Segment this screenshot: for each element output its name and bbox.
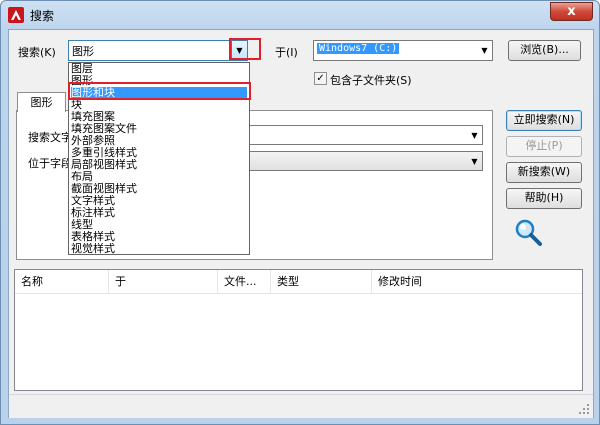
- window-title: 搜索: [30, 9, 55, 23]
- dropdown-item-visual-style[interactable]: 视觉样式: [71, 243, 247, 255]
- located-in-label: 位于字段: [28, 157, 72, 170]
- tab-drawing[interactable]: 图形: [17, 92, 66, 112]
- dropdown-item-dim-style[interactable]: 标注样式: [71, 207, 247, 219]
- dropdown-item-section-view-style[interactable]: 截面视图样式: [71, 183, 247, 195]
- title-bar[interactable]: 搜索 x: [1, 1, 599, 29]
- chevron-down-icon[interactable]: ▼: [477, 41, 492, 60]
- column-header-in[interactable]: 于: [109, 270, 218, 293]
- search-text-label: 搜索文字: [28, 131, 72, 144]
- dropdown-item-mleader-style[interactable]: 多重引线样式: [71, 147, 247, 159]
- search-type-value: 图形: [72, 45, 94, 58]
- search-now-button[interactable]: 立即搜索(N): [506, 110, 582, 131]
- browse-button[interactable]: 浏览(B)...: [508, 40, 581, 61]
- results-header: 名称 于 文件... 类型 修改时间: [15, 270, 582, 294]
- dropdown-item-text-style[interactable]: 文字样式: [71, 195, 247, 207]
- close-button[interactable]: x: [550, 2, 593, 21]
- dropdown-item-xref[interactable]: 外部参照: [71, 135, 247, 147]
- dropdown-item-linetype[interactable]: 线型: [71, 219, 247, 231]
- in-label: 于(I): [275, 46, 298, 59]
- chevron-down-icon[interactable]: ▼: [467, 126, 482, 144]
- location-combo[interactable]: Windows7 (C:) ▼: [313, 40, 493, 61]
- include-subfolders-checkbox[interactable]: ✓: [314, 72, 327, 85]
- magnifier-icon: [515, 219, 542, 246]
- resize-grip-icon[interactable]: [579, 404, 590, 415]
- dropdown-item-layer[interactable]: 图层: [71, 63, 247, 75]
- status-bar: [9, 394, 593, 418]
- search-type-combo[interactable]: 图形 ▼: [68, 40, 248, 61]
- dropdown-item-detail-view-style[interactable]: 局部视图样式: [71, 159, 247, 171]
- column-header-size[interactable]: 文件...: [218, 270, 271, 293]
- help-button[interactable]: 帮助(H): [506, 188, 582, 209]
- location-value: Windows7 (C:): [317, 43, 400, 54]
- dropdown-item-hatch-pattern-file[interactable]: 填充图案文件: [71, 123, 247, 135]
- column-header-modified[interactable]: 修改时间: [372, 270, 582, 293]
- column-header-type[interactable]: 类型: [271, 270, 372, 293]
- results-list[interactable]: 名称 于 文件... 类型 修改时间: [14, 269, 583, 391]
- dropdown-item-hatch-pattern[interactable]: 填充图案: [71, 111, 247, 123]
- include-subfolders-label: 包含子文件夹(S): [330, 74, 412, 87]
- highlight-box-combo-arrow: [229, 38, 261, 60]
- autocad-logo-icon: [8, 7, 24, 23]
- dropdown-item-table-style[interactable]: 表格样式: [71, 231, 247, 243]
- stop-button[interactable]: 停止(P): [506, 136, 582, 157]
- new-search-button[interactable]: 新搜索(W): [506, 162, 582, 183]
- search-label: 搜索(K): [18, 46, 56, 59]
- search-dialog-window: 搜索 x 搜索(K) 图形 ▼ 于(I) Windows7 (C:) ▼ 浏览(…: [0, 0, 600, 425]
- tab-drawing-label: 图形: [30, 96, 53, 109]
- dropdown-item-block[interactable]: 块: [71, 99, 247, 111]
- dropdown-item-layout[interactable]: 布局: [71, 171, 247, 183]
- column-header-name[interactable]: 名称: [15, 270, 109, 293]
- dialog-client-area: 搜索(K) 图形 ▼ 于(I) Windows7 (C:) ▼ 浏览(B)...…: [8, 29, 594, 418]
- highlight-box-selected-item: [68, 82, 251, 100]
- chevron-down-icon[interactable]: ▼: [467, 152, 482, 170]
